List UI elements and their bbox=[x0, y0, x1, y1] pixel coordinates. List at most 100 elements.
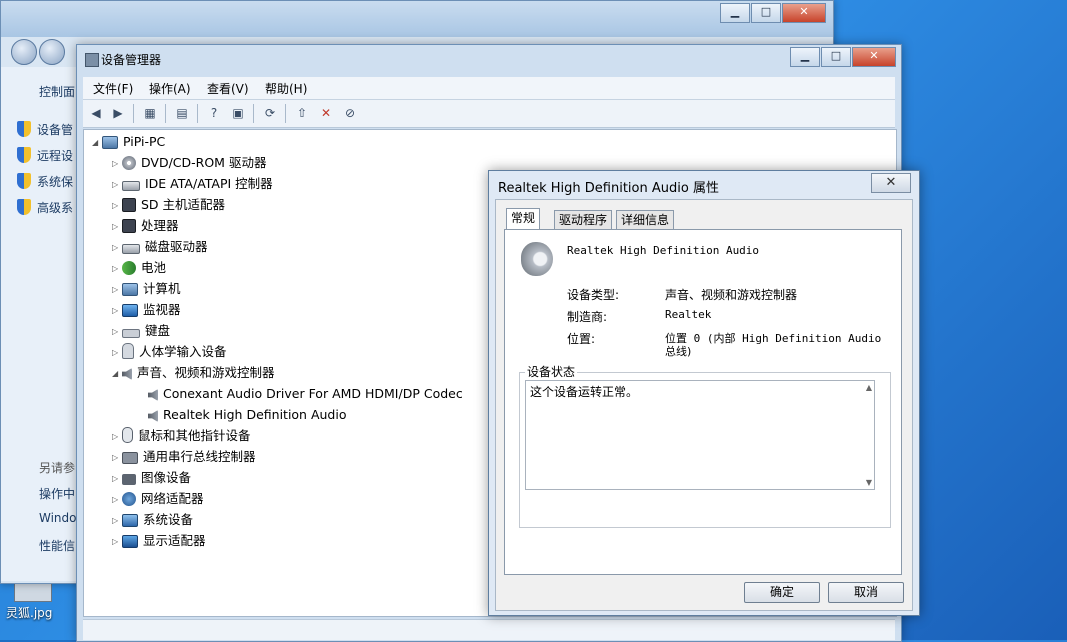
expand-icon[interactable]: ▷ bbox=[112, 280, 122, 300]
tree-label: 键盘 bbox=[145, 323, 171, 338]
scroll-up-icon[interactable]: ▲ bbox=[866, 383, 872, 392]
expand-icon[interactable]: ▷ bbox=[112, 175, 122, 195]
expand-icon[interactable]: ▷ bbox=[112, 259, 122, 279]
tree-item[interactable]: Realtek High Definition Audio bbox=[148, 405, 346, 425]
tree-label: 系统设备 bbox=[143, 512, 194, 527]
tree-label: PiPi-PC bbox=[123, 134, 166, 149]
expand-icon[interactable]: ▷ bbox=[112, 322, 122, 342]
minimize-button[interactable]: ▁ bbox=[790, 47, 820, 67]
tree-item[interactable]: ▷ 键盘 bbox=[112, 321, 170, 341]
tree-item[interactable]: ▷ 人体学输入设备 bbox=[112, 342, 227, 362]
toolbar: ◀ ▶ ▦ ▤ ? ▣ ⟳ ⇧ ✕ ⊘ bbox=[83, 100, 895, 128]
tab-driver[interactable]: 驱动程序 bbox=[554, 210, 613, 229]
window-title: 设备管理器 bbox=[101, 53, 162, 67]
sidebar-item-advanced[interactable]: 高级系 bbox=[17, 199, 73, 216]
forward-arrow-icon[interactable] bbox=[39, 39, 65, 65]
close-icon[interactable]: ✕ bbox=[871, 173, 911, 193]
expand-icon[interactable]: ▷ bbox=[112, 511, 122, 531]
close-button[interactable]: ✕ bbox=[852, 47, 896, 67]
menu-bar: 文件(F) 操作(A) 查看(V) 帮助(H) bbox=[83, 77, 895, 100]
see-also-action-center[interactable]: 操作中 bbox=[39, 485, 75, 502]
sidebar-item-device-manager[interactable]: 设备管 bbox=[17, 121, 73, 138]
collapse-icon[interactable]: ◢ bbox=[112, 364, 122, 384]
cancel-button[interactable]: 取消 bbox=[828, 582, 904, 603]
status-textbox[interactable]: 这个设备运转正常。 ▲ ▼ bbox=[525, 380, 875, 490]
tree-item[interactable]: ▷ 监视器 bbox=[112, 300, 181, 320]
processor-icon bbox=[122, 219, 136, 233]
close-button[interactable]: ✕ bbox=[782, 3, 826, 23]
see-also-windows[interactable]: Windo bbox=[39, 511, 77, 525]
expand-icon[interactable]: ▷ bbox=[112, 469, 122, 489]
tree-item[interactable]: ▷ 通用串行总线控制器 bbox=[112, 447, 256, 467]
see-also-performance[interactable]: 性能信 bbox=[39, 537, 75, 554]
tree-item[interactable]: ▷ 磁盘驱动器 bbox=[112, 237, 208, 257]
menu-help[interactable]: 帮助(H) bbox=[265, 80, 307, 97]
display-icon bbox=[122, 535, 138, 548]
tree-item[interactable]: ▷ 显示适配器 bbox=[112, 531, 206, 551]
minimize-button[interactable]: ▁ bbox=[720, 3, 750, 23]
breadcrumb[interactable]: 控制面 bbox=[39, 83, 75, 100]
shield-icon bbox=[17, 147, 31, 163]
expand-icon[interactable]: ▷ bbox=[112, 154, 122, 174]
expand-icon[interactable]: ▷ bbox=[112, 343, 122, 363]
expand-icon[interactable]: ▷ bbox=[112, 490, 122, 510]
tree-item[interactable]: ▷ 图像设备 bbox=[112, 468, 191, 488]
maximize-button[interactable]: □ bbox=[751, 3, 781, 23]
menu-action[interactable]: 操作(A) bbox=[149, 80, 191, 97]
update-driver-icon[interactable]: ⇧ bbox=[293, 105, 311, 121]
tree-item[interactable]: ▷ IDE ATA/ATAPI 控制器 bbox=[112, 174, 273, 194]
tree-item[interactable]: Conexant Audio Driver For AMD HDMI/DP Co… bbox=[148, 384, 463, 404]
ok-button[interactable]: 确定 bbox=[744, 582, 820, 603]
list-icon[interactable]: ▤ bbox=[173, 105, 191, 121]
tree-label: 人体学输入设备 bbox=[139, 344, 227, 359]
menu-file[interactable]: 文件(F) bbox=[93, 80, 133, 97]
tree-label: IDE ATA/ATAPI 控制器 bbox=[145, 176, 273, 191]
tab-details[interactable]: 详细信息 bbox=[616, 210, 675, 229]
collapse-icon[interactable]: ◢ bbox=[92, 133, 102, 153]
expand-icon[interactable]: ▷ bbox=[112, 301, 122, 321]
back-arrow-icon[interactable] bbox=[11, 39, 37, 65]
maximize-button[interactable]: □ bbox=[821, 47, 851, 67]
tree-item[interactable]: ▷ 计算机 bbox=[112, 279, 181, 299]
tree-item[interactable]: ▷ 系统设备 bbox=[112, 510, 193, 530]
tree-item[interactable]: ▷ 鼠标和其他指针设备 bbox=[112, 426, 251, 446]
expand-icon[interactable]: ▷ bbox=[112, 196, 122, 216]
expand-icon[interactable]: ▷ bbox=[112, 532, 122, 552]
sidebar-item-protection[interactable]: 系统保 bbox=[17, 173, 73, 190]
back-icon[interactable]: ◀ bbox=[87, 105, 105, 121]
tree-item[interactable]: ▷ 网络适配器 bbox=[112, 489, 204, 509]
device-type-label: 设备类型: bbox=[567, 288, 620, 302]
tree-item[interactable]: ▷ SD 主机适配器 bbox=[112, 195, 225, 215]
sidebar-item-remote[interactable]: 远程设 bbox=[17, 147, 73, 164]
hid-icon bbox=[122, 343, 134, 359]
speaker-icon bbox=[148, 410, 158, 422]
desktop-file-label[interactable]: 灵狐.jpg bbox=[6, 604, 52, 621]
device-manager-titlebar[interactable]: 设备管理器 ▁ □ ✕ bbox=[77, 45, 901, 73]
menu-view[interactable]: 查看(V) bbox=[207, 80, 249, 97]
system-icon bbox=[122, 514, 138, 527]
tree-root[interactable]: ◢ PiPi-PC bbox=[92, 132, 165, 152]
tree-item[interactable]: ◢ 声音、视频和游戏控制器 bbox=[112, 363, 275, 383]
usb-icon bbox=[122, 452, 138, 464]
scan-hardware-icon[interactable]: ⟳ bbox=[261, 105, 279, 121]
expand-icon[interactable]: ▷ bbox=[112, 217, 122, 237]
expand-icon[interactable]: ▷ bbox=[112, 448, 122, 468]
scroll-down-icon[interactable]: ▼ bbox=[866, 478, 872, 487]
device-type-value: 声音、视频和游戏控制器 bbox=[665, 288, 798, 302]
uninstall-icon[interactable]: ✕ bbox=[317, 105, 335, 121]
forward-icon[interactable]: ▶ bbox=[109, 105, 127, 121]
sidebar-item-label: 系统保 bbox=[37, 175, 74, 189]
mouse-icon bbox=[122, 427, 133, 443]
computer-icon bbox=[102, 136, 118, 149]
view-icon[interactable]: ▦ bbox=[141, 105, 159, 121]
tree-item[interactable]: ▷ 处理器 bbox=[112, 216, 179, 236]
tree-item[interactable]: ▷ 电池 bbox=[112, 258, 166, 278]
properties-icon[interactable]: ▣ bbox=[229, 105, 247, 121]
expand-icon[interactable]: ▷ bbox=[112, 427, 122, 447]
disable-icon[interactable]: ⊘ bbox=[341, 105, 359, 121]
control-panel-titlebar[interactable]: ▁ □ ✕ bbox=[1, 1, 833, 37]
help-icon[interactable]: ? bbox=[205, 105, 223, 121]
expand-icon[interactable]: ▷ bbox=[112, 238, 122, 258]
tab-general[interactable]: 常规 bbox=[506, 208, 541, 230]
tree-item[interactable]: ▷ DVD/CD-ROM 驱动器 bbox=[112, 153, 266, 173]
